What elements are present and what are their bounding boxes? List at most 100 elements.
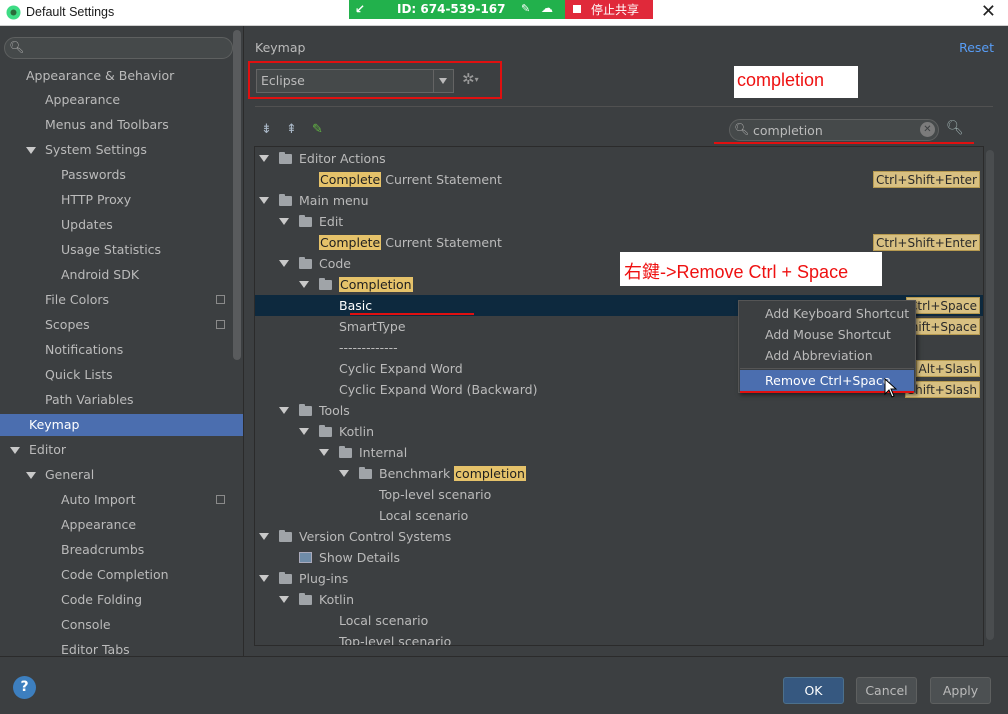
- label-text: SmartType: [339, 319, 406, 334]
- reset-link[interactable]: Reset: [959, 40, 994, 55]
- sidebar-item-general[interactable]: General: [45, 465, 94, 485]
- expand-triangle-icon[interactable]: [299, 428, 309, 435]
- tree-row-complete-current-statement[interactable]: Complete Current Statement Ctrl+Shift+Ent…: [255, 169, 983, 190]
- sidebar-item-code-completion[interactable]: Code Completion: [61, 565, 169, 585]
- tree-row-label: -------------: [339, 337, 398, 358]
- sidebar-item-editor-tabs[interactable]: Editor Tabs: [61, 640, 130, 656]
- expand-triangle-icon[interactable]: [279, 596, 289, 603]
- settings-search-input[interactable]: 🔍︎: [4, 37, 233, 59]
- sidebar-item-appearance[interactable]: Appearance: [45, 90, 120, 110]
- clear-icon[interactable]: ✕: [920, 122, 935, 137]
- tree-row-kotlin[interactable]: Kotlin: [255, 589, 983, 610]
- tree-row-show-details[interactable]: Show Details: [255, 547, 983, 568]
- help-button[interactable]: ?: [13, 676, 36, 699]
- expand-triangle-icon[interactable]: [339, 470, 349, 477]
- sidebar-item-auto-import[interactable]: Auto Import: [61, 490, 135, 510]
- menu-item-add-mouse-shortcut[interactable]: Add Mouse Shortcut: [740, 324, 914, 345]
- label-text: Local scenario: [379, 508, 469, 523]
- label-text: Code: [319, 256, 352, 271]
- cancel-button[interactable]: Cancel: [856, 677, 917, 704]
- sidebar-item-code-folding[interactable]: Code Folding: [61, 590, 142, 610]
- sidebar-item-scopes[interactable]: Scopes: [45, 315, 90, 335]
- tree-row-edit[interactable]: Edit: [255, 211, 983, 232]
- expand-triangle-icon[interactable]: [259, 197, 269, 204]
- sidebar-item-path-variables[interactable]: Path Variables: [45, 390, 134, 410]
- label-text: Current Statement: [381, 172, 502, 187]
- sidebar-item-label: Editor Tabs: [61, 642, 130, 656]
- tree-row-internal[interactable]: Internal: [255, 442, 983, 463]
- expand-triangle-icon[interactable]: [279, 260, 289, 267]
- tree-row-version-control-systems[interactable]: Version Control Systems: [255, 526, 983, 547]
- expand-triangle-icon[interactable]: [319, 449, 329, 456]
- tree-row-benchmark-completion[interactable]: Benchmark completion: [255, 463, 983, 484]
- label-text: Kotlin: [339, 424, 374, 439]
- ok-button[interactable]: OK: [783, 677, 844, 704]
- keymap-select[interactable]: Eclipse: [256, 69, 454, 93]
- expand-triangle-icon[interactable]: [299, 281, 309, 288]
- sidebar-item-editor[interactable]: Editor: [29, 440, 66, 460]
- tree-row-label: Plug-ins: [299, 568, 348, 589]
- sidebar-item-file-colors[interactable]: File Colors: [45, 290, 109, 310]
- sidebar-item-menus-toolbars[interactable]: Menus and Toolbars: [45, 115, 169, 135]
- tree-row-main-menu[interactable]: Main menu: [255, 190, 983, 211]
- microphone-icon[interactable]: ✎: [521, 2, 530, 15]
- minimize-arrow-icon[interactable]: ↙: [355, 2, 365, 16]
- sidebar-item-android-sdk[interactable]: Android SDK: [61, 265, 139, 285]
- menu-item-add-abbreviation[interactable]: Add Abbreviation: [740, 345, 914, 366]
- keymap-search-input[interactable]: 🔍︎ completion ✕: [729, 119, 939, 141]
- expand-triangle-icon[interactable]: [259, 155, 269, 162]
- sidebar-item-keymap[interactable]: Keymap: [0, 414, 243, 436]
- tree-scrollbar[interactable]: [986, 150, 994, 640]
- chevron-down-icon[interactable]: [433, 70, 453, 92]
- sidebar-item-usage-statistics[interactable]: Usage Statistics: [61, 240, 161, 260]
- sidebar-item-http-proxy[interactable]: HTTP Proxy: [61, 190, 131, 210]
- tree-row-plug-ins[interactable]: Plug-ins: [255, 568, 983, 589]
- sidebar-item-appearance-behavior[interactable]: Appearance & Behavior: [26, 66, 174, 86]
- sidebar-item-updates[interactable]: Updates: [61, 215, 113, 235]
- expand-triangle-icon[interactable]: [259, 533, 269, 540]
- sidebar-item-notifications[interactable]: Notifications: [45, 340, 123, 360]
- sidebar-item-label: Auto Import: [61, 492, 136, 507]
- cloud-icon[interactable]: ☁: [541, 1, 553, 15]
- label-text: Top-level scenario: [339, 634, 452, 646]
- gear-icon[interactable]: ✲▾: [462, 70, 479, 88]
- tree-row-kotlin[interactable]: Kotlin: [255, 421, 983, 442]
- sidebar-item-editor-appearance[interactable]: Appearance: [61, 515, 136, 535]
- show-details-icon: [299, 552, 312, 563]
- tree-row-label: Internal: [359, 442, 407, 463]
- keymap-search-value: completion: [753, 123, 823, 138]
- tree-row-top-level-scenario[interactable]: Top-level scenario: [255, 631, 983, 646]
- tree-row-tools[interactable]: Tools: [255, 400, 983, 421]
- tree-row-local-scenario[interactable]: Local scenario: [255, 610, 983, 631]
- expand-triangle-icon[interactable]: [279, 407, 289, 414]
- expand-triangle-icon[interactable]: [279, 218, 289, 225]
- close-icon[interactable]: ✕: [981, 1, 996, 22]
- menu-item-add-keyboard-shortcut[interactable]: Add Keyboard Shortcut: [740, 303, 914, 324]
- sidebar-item-breadcrumbs[interactable]: Breadcrumbs: [61, 540, 144, 560]
- tree-row-top-level-scenario[interactable]: Top-level scenario: [255, 484, 983, 505]
- tree-row-editor-actions[interactable]: Editor Actions: [255, 148, 983, 169]
- annotation-underline: [350, 313, 474, 315]
- sidebar-item-passwords[interactable]: Passwords: [61, 165, 126, 185]
- tree-row-local-scenario[interactable]: Local scenario: [255, 505, 983, 526]
- collapse-all-icon[interactable]: ⇞: [286, 122, 297, 137]
- label-text: Internal: [359, 445, 408, 460]
- stop-sharing-button[interactable]: 停止共享: [565, 0, 653, 19]
- tree-row-label: Complete Current Statement: [319, 169, 502, 190]
- tree-row-complete-current-statement[interactable]: Complete Current Statement Ctrl+Shift+Ent…: [255, 232, 983, 253]
- edit-shortcut-icon[interactable]: ✎: [312, 122, 323, 137]
- expand-triangle-icon[interactable]: [26, 472, 36, 479]
- expand-triangle-icon[interactable]: [26, 147, 36, 154]
- sidebar-item-quick-lists[interactable]: Quick Lists: [45, 365, 113, 385]
- expand-triangle-icon[interactable]: [259, 575, 269, 582]
- sidebar-item-console[interactable]: Console: [61, 615, 111, 635]
- expand-triangle-icon[interactable]: [10, 447, 20, 454]
- search-match-highlight: Completion: [339, 277, 413, 292]
- apply-button[interactable]: Apply: [930, 677, 991, 704]
- tree-row-label: Complete Current Statement: [319, 232, 502, 253]
- sidebar-item-label: Appearance: [61, 517, 137, 532]
- sidebar-scrollbar[interactable]: [233, 30, 241, 360]
- expand-all-icon[interactable]: ⇟: [261, 122, 272, 137]
- sidebar-item-system-settings[interactable]: System Settings: [45, 140, 147, 160]
- find-by-shortcut-icon[interactable]: 🔍︎: [946, 120, 964, 136]
